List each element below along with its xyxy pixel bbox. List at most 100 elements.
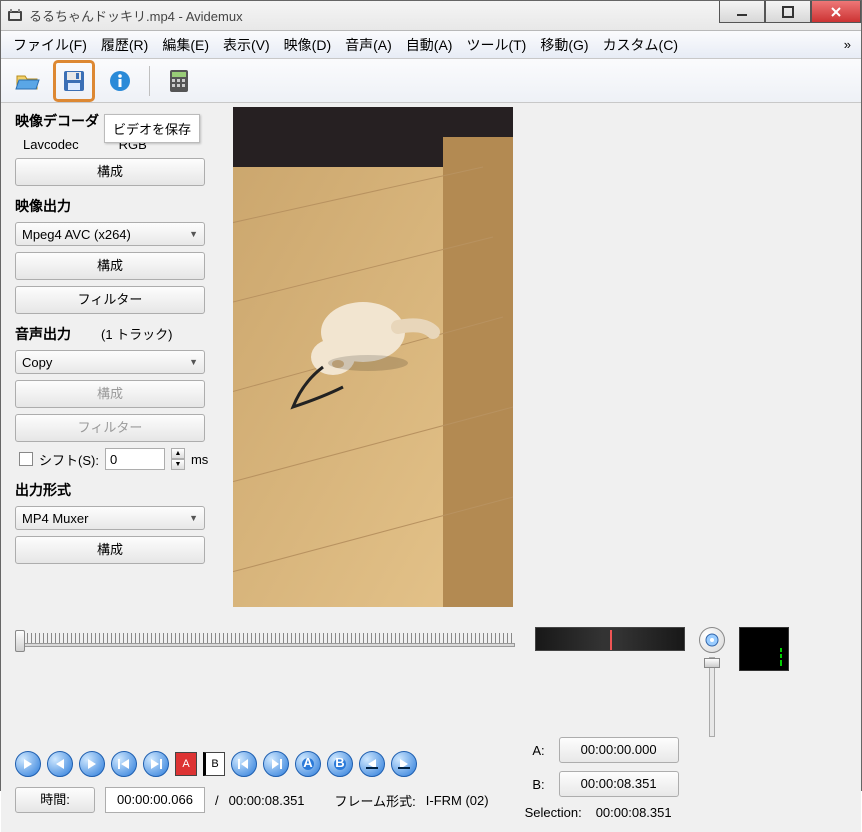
menu-overflow-icon[interactable]: » (840, 34, 855, 55)
next-black-icon (398, 759, 410, 769)
volume-slider[interactable] (709, 657, 715, 737)
video-filter-button[interactable]: フィルター (15, 286, 205, 314)
format-configure-button[interactable]: 構成 (15, 536, 205, 564)
goto-b-icon: B (333, 758, 347, 770)
audio-configure-button: 構成 (15, 380, 205, 408)
frame-type-label: フレーム形式: (335, 791, 416, 810)
calculator-button[interactable] (162, 64, 196, 98)
menu-go[interactable]: 移動(G) (534, 32, 594, 58)
video-configure-button[interactable]: 構成 (15, 252, 205, 280)
next-black-button[interactable] (391, 751, 417, 777)
next-key-button[interactable] (143, 751, 169, 777)
volume-handle[interactable] (704, 658, 720, 668)
info-button[interactable] (103, 64, 137, 98)
window-title: るるちゃんドッキリ.mp4 - Avidemux (29, 6, 243, 25)
audio-filter-button: フィルター (15, 414, 205, 442)
calculator-icon (168, 69, 190, 93)
muxer-select[interactable]: MP4 Muxer ▼ (15, 506, 205, 530)
prev-icon (55, 759, 65, 769)
app-icon (7, 8, 23, 24)
goto-start-button[interactable] (231, 751, 257, 777)
play-button[interactable] (15, 751, 41, 777)
video-out-heading: 映像出力 (15, 196, 219, 216)
chevron-down-icon: ▼ (189, 513, 198, 523)
timeline-handle[interactable] (15, 630, 25, 652)
goto-marker-a-button[interactable]: A (295, 751, 321, 777)
shift-label: シフト(S): (39, 450, 99, 469)
transport-controls: A B A B (15, 751, 489, 777)
jog-center-marker (610, 630, 612, 650)
menu-edit[interactable]: 編集(E) (156, 32, 215, 58)
menu-file[interactable]: ファイル(F) (7, 32, 93, 58)
save-icon (62, 69, 86, 93)
timeline-ticks (15, 633, 515, 643)
toolbar (1, 59, 861, 103)
svg-text:B: B (335, 758, 344, 770)
menu-video[interactable]: 映像(D) (278, 32, 337, 58)
close-button[interactable] (811, 1, 861, 23)
goto-a-icon: A (301, 758, 315, 770)
prev-black-button[interactable] (359, 751, 385, 777)
chevron-down-icon: ▼ (189, 357, 198, 367)
video-codec-select[interactable]: Mpeg4 AVC (x264) ▼ (15, 222, 205, 246)
video-preview (233, 107, 513, 607)
set-marker-b-button[interactable]: B (203, 752, 225, 776)
minimize-button[interactable] (719, 1, 765, 23)
scope-bar (780, 660, 782, 666)
decoder-codec: Lavcodec (23, 137, 79, 152)
menu-view[interactable]: 表示(V) (217, 32, 276, 58)
scope-bar (780, 648, 782, 652)
marker-b-value[interactable]: 00:00:08.351 (559, 771, 679, 797)
disc-icon (705, 633, 719, 647)
menu-history[interactable]: 履歴(R) (95, 32, 154, 58)
menu-tools[interactable]: ツール(T) (460, 32, 532, 58)
set-marker-a-button[interactable]: A (175, 752, 197, 776)
goto-end-button[interactable] (263, 751, 289, 777)
selection-info: A: 00:00:00.000 B: 00:00:08.351 Selectio… (525, 737, 679, 820)
video-codec-value: Mpeg4 AVC (x264) (22, 227, 131, 242)
prev-frame-button[interactable] (47, 751, 73, 777)
audio-scope (739, 627, 789, 671)
menubar: ファイル(F) 履歴(R) 編集(E) 表示(V) 映像(D) 音声(A) 自動… (1, 31, 861, 59)
toolbar-separator (149, 66, 150, 96)
prev-black-icon (366, 759, 378, 769)
format-heading: 出力形式 (15, 480, 219, 500)
shift-checkbox[interactable] (19, 452, 33, 466)
play-icon (23, 759, 33, 769)
marker-a-label: A: (525, 743, 545, 758)
jog-wheel[interactable] (535, 627, 685, 651)
total-time: 00:00:08.351 (229, 793, 305, 808)
shift-input[interactable] (105, 448, 165, 470)
selection-label: Selection: (525, 805, 582, 820)
save-button-highlight (53, 60, 95, 102)
menu-audio[interactable]: 音声(A) (339, 32, 398, 58)
marker-a-value[interactable]: 00:00:00.000 (559, 737, 679, 763)
next-frame-button[interactable] (79, 751, 105, 777)
prev-key-button[interactable] (111, 751, 137, 777)
time-separator: / (215, 793, 219, 808)
bottom-panel: A B A B 時間: 00:00:00.066 / 00:00:08.351 … (1, 611, 861, 832)
goto-end-icon (270, 759, 282, 769)
audio-mode-select[interactable]: Copy ▼ (15, 350, 205, 374)
menu-auto[interactable]: 自動(A) (400, 32, 459, 58)
shift-spinner-down[interactable]: ▼ (171, 459, 185, 470)
shift-spinner-up[interactable]: ▲ (171, 448, 185, 459)
timeline[interactable] (15, 627, 515, 653)
maximize-button[interactable] (765, 1, 811, 23)
svg-text:A: A (303, 758, 313, 770)
menu-custom[interactable]: カスタム(C) (597, 32, 684, 58)
audio-mode-value: Copy (22, 355, 52, 370)
frame-type-value: I-FRM (02) (426, 793, 489, 808)
goto-marker-b-button[interactable]: B (327, 751, 353, 777)
titlebar: るるちゃんドッキリ.mp4 - Avidemux (1, 1, 861, 31)
scope-bar (780, 654, 782, 658)
goto-start-icon (238, 759, 250, 769)
decoder-configure-button[interactable]: 構成 (15, 158, 205, 186)
open-button[interactable] (11, 64, 45, 98)
marker-b-label: B: (525, 777, 545, 792)
open-icon (15, 70, 41, 92)
play-round-button[interactable] (699, 627, 725, 653)
timeline-track (15, 643, 515, 647)
save-button[interactable] (57, 64, 91, 98)
chevron-down-icon: ▼ (189, 229, 198, 239)
